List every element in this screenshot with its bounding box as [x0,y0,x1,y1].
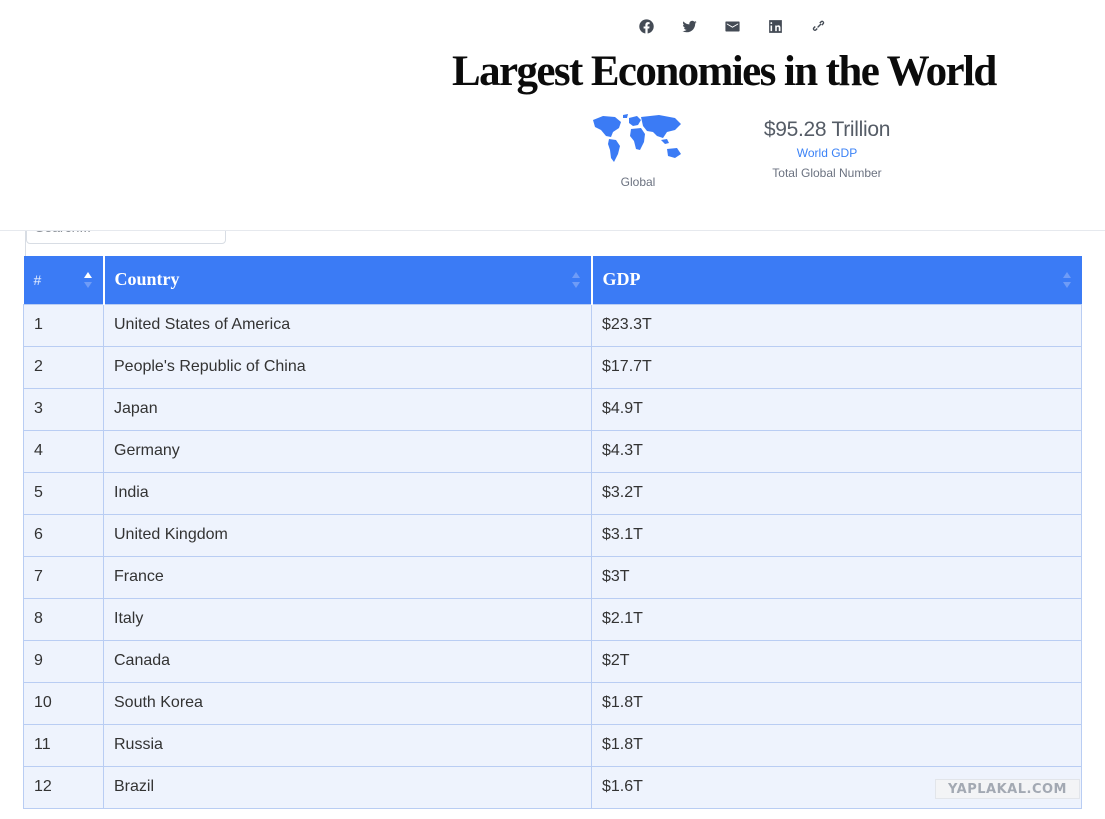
table-row: 11 Russia $1.8T [23,723,1082,767]
country-cell: Russia [103,723,592,767]
gdp-cell: $3T [591,555,1082,599]
rank-cell: 7 [23,555,104,599]
country-cell: South Korea [103,681,592,725]
country-cell: United States of America [103,303,592,347]
rank-cell: 9 [23,639,104,683]
column-header-label: Country [114,269,180,290]
world-map: Global [588,112,688,189]
sort-icon [571,270,581,290]
gdp-cell: $4.3T [591,429,1082,473]
column-header-label: GDP [602,269,641,290]
gdp-cell: $17.7T [591,345,1082,389]
gdp-cell: $1.8T [591,681,1082,725]
twitter-icon[interactable] [677,14,702,39]
table-row: 2 People's Republic of China $17.7T [23,345,1082,389]
rank-cell: 5 [23,471,104,515]
column-header-country[interactable]: Country [103,256,593,304]
country-cell: People's Republic of China [103,345,592,389]
column-header-label: # [33,271,42,288]
table-row: 6 United Kingdom $3.1T [23,513,1082,557]
gdp-cell: $2T [591,639,1082,683]
world-map-icon [593,114,681,162]
table-row: 9 Canada $2T [23,639,1082,683]
gdp-cell: $4.9T [591,387,1082,431]
world-gdp-stat: $95.28 Trillion World GDP Total Global N… [746,118,908,180]
page-header: Largest Economies in the World Global $9… [0,0,1105,231]
world-gdp-value: $95.28 Trillion [763,118,891,141]
country-cell: India [103,471,592,515]
rank-cell: 3 [23,387,104,431]
rank-cell: 6 [23,513,104,557]
gdp-cell: $3.1T [591,513,1082,557]
world-gdp-note: Total Global Number [772,166,882,180]
sort-ascending-icon [83,270,93,290]
rank-cell: 1 [23,303,104,347]
table-row: 10 South Korea $1.8T [23,681,1082,725]
country-cell: Italy [103,597,592,641]
table-row: 3 Japan $4.9T [23,387,1082,431]
share-bar [634,14,849,39]
link-icon[interactable] [806,14,831,39]
rank-cell: 2 [23,345,104,389]
gdp-cell: $1.8T [591,723,1082,767]
table-header-row: # Country GDP [23,256,1082,304]
page-title: Largest Economies in the World [452,48,997,95]
gdp-cell: $3.2T [591,471,1082,515]
table-row: 4 Germany $4.3T [23,429,1082,473]
column-header-rank[interactable]: # [23,256,105,304]
rank-cell: 11 [23,723,104,767]
email-icon[interactable] [720,14,745,39]
world-gdp-link[interactable]: World GDP [746,146,908,160]
table-row: 12 Brazil $1.6T [23,765,1082,809]
country-cell: Canada [103,639,592,683]
table-row: 1 United States of America $23.3T [23,303,1082,347]
watermark: YAPLAKAL.COM [935,779,1080,799]
rank-cell: 4 [23,429,104,473]
country-cell: France [103,555,592,599]
column-header-gdp[interactable]: GDP [591,256,1082,304]
country-cell: United Kingdom [103,513,592,557]
table-row: 7 France $3T [23,555,1082,599]
economies-table: # Country GDP 1 United States of America… [23,256,1082,809]
rank-cell: 10 [23,681,104,725]
country-cell: Brazil [103,765,592,809]
table-row: 5 India $3.2T [23,471,1082,515]
linkedin-icon[interactable] [763,14,788,39]
map-caption: Global [620,175,656,189]
country-cell: Germany [103,429,592,473]
rank-cell: 8 [23,597,104,641]
sort-icon [1062,270,1072,290]
gdp-cell: $2.1T [591,597,1082,641]
rank-cell: 12 [23,765,104,809]
country-cell: Japan [103,387,592,431]
gdp-cell: $23.3T [591,303,1082,347]
table-row: 8 Italy $2.1T [23,597,1082,641]
facebook-icon[interactable] [634,14,659,39]
